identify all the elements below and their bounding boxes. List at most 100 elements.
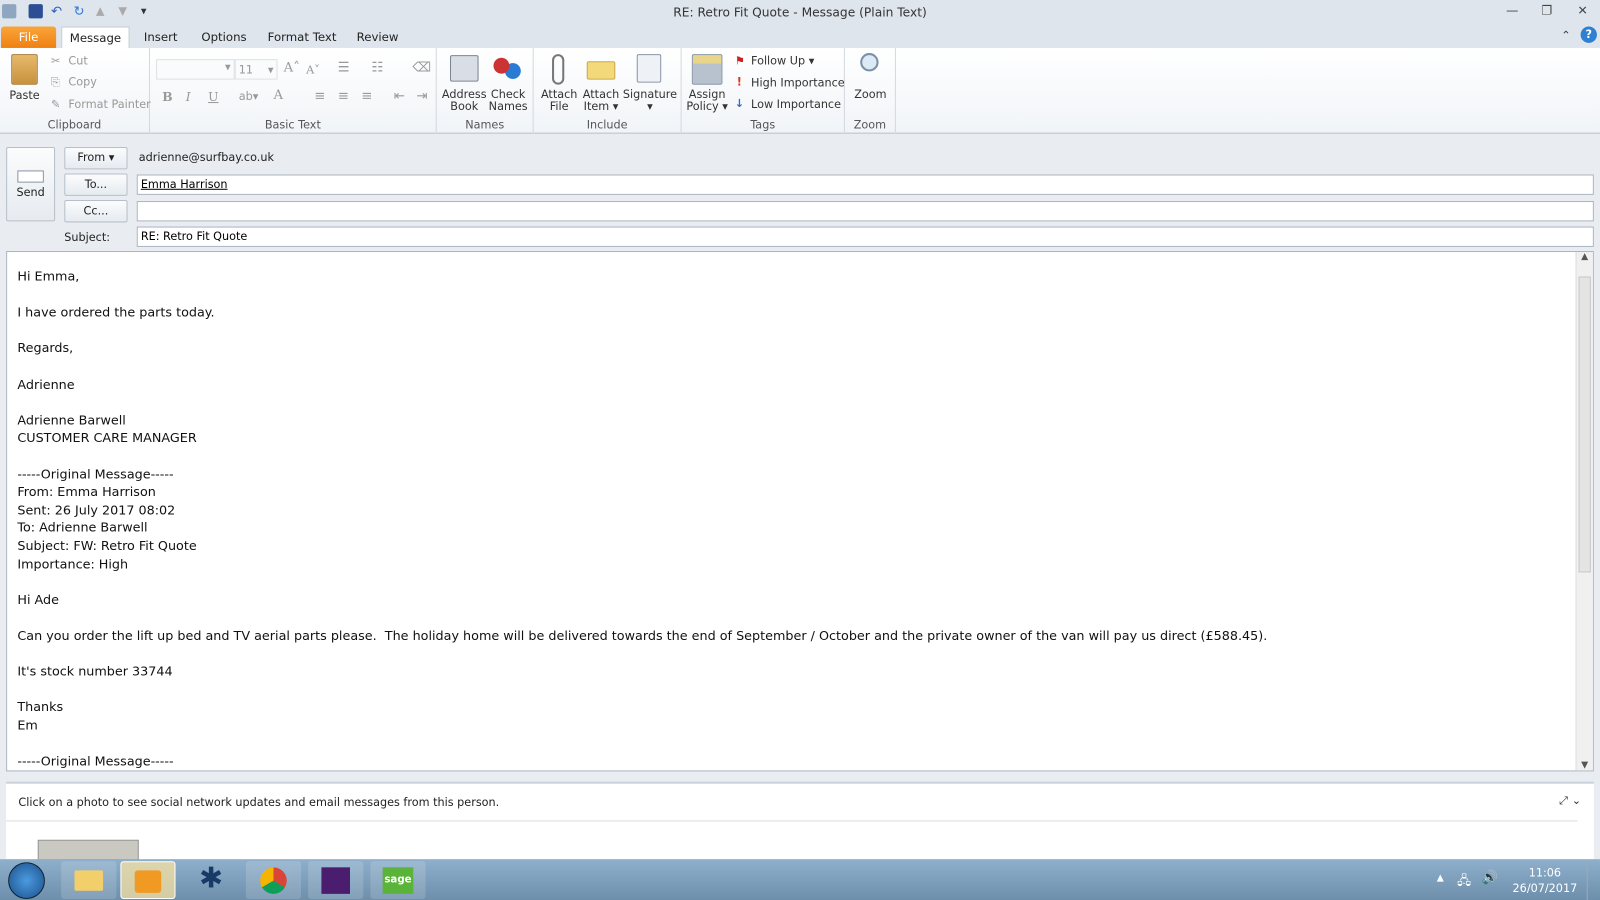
close-button[interactable]: ✕ (1571, 3, 1593, 19)
from-button[interactable]: From ▾ (64, 146, 128, 170)
check-names-icon[interactable] (492, 55, 522, 82)
cut-button[interactable]: Cut (68, 55, 87, 67)
body-line: Adrienne Barwell (17, 411, 126, 428)
clock[interactable]: 11:06 26/07/2017 (1508, 865, 1581, 896)
attach-file-button[interactable]: Attach File (539, 88, 580, 113)
decrease-indent-icon[interactable]: ⇤ (394, 89, 405, 104)
envelope-icon[interactable] (586, 61, 616, 80)
send-icon (17, 170, 44, 183)
volume-icon[interactable]: 🔊 (1482, 870, 1499, 885)
cut-icon: ✂ (51, 54, 61, 68)
taskbar-sage[interactable]: sage (370, 861, 426, 899)
highlight-icon[interactable]: ab▾ (239, 90, 259, 103)
contact-photo[interactable] (37, 839, 139, 861)
customize-toolbar-icon[interactable]: ▾ (141, 4, 155, 18)
tab-insert[interactable]: Insert (138, 27, 184, 48)
minimize-button[interactable]: — (1501, 3, 1523, 19)
folder-icon (74, 870, 104, 891)
expand-pane-icon[interactable]: ⤢ ⌄ (1559, 794, 1581, 808)
next-item-icon[interactable]: ▼ (118, 4, 132, 18)
recipient-emma-harrison[interactable]: Emma Harrison (141, 178, 228, 191)
previous-item-icon[interactable]: ▲ (96, 4, 110, 18)
grow-font-icon[interactable]: A˄ (284, 60, 300, 75)
scroll-down-icon[interactable]: ▼ (1577, 760, 1593, 770)
signature-button[interactable]: Signature ▾ (622, 88, 677, 113)
font-name-dropdown[interactable]: ▾ (156, 59, 235, 80)
to-button[interactable]: To... (64, 173, 128, 196)
attach-item-button[interactable]: Attach Item ▾ (581, 88, 622, 113)
message-text[interactable]: Hi Emma, I have ordered the parts today. R… (17, 267, 1267, 770)
network-icon[interactable]: 🖧 (1457, 871, 1471, 892)
align-center-icon[interactable]: ≡ (338, 89, 349, 104)
body-line (17, 573, 1267, 591)
assign-policy-button[interactable]: Assign Policy ▾ (685, 88, 730, 113)
outlook-app-icon (2, 4, 17, 19)
taskbar-calendar-app[interactable] (308, 861, 364, 899)
paste-icon[interactable] (11, 54, 38, 85)
to-field[interactable]: Emma Harrison (136, 174, 1594, 195)
paperclip-icon[interactable] (552, 54, 565, 85)
scroll-up-icon[interactable]: ▲ (1577, 252, 1593, 268)
body-line (17, 644, 1267, 662)
message-body[interactable]: Hi Emma, I have ordered the parts today. R… (6, 251, 1594, 772)
address-book-button[interactable]: Address Book (441, 88, 488, 113)
bold-button[interactable]: B (162, 90, 172, 104)
high-importance-icon: ! (736, 75, 742, 89)
underline-button[interactable]: U (208, 90, 218, 104)
format-painter-button[interactable]: Format Painter (68, 98, 150, 111)
shrink-font-icon[interactable]: A˅ (306, 63, 320, 76)
scroll-thumb[interactable] (1578, 276, 1591, 573)
copy-button[interactable]: Copy (68, 76, 96, 89)
taskbar-app-figure[interactable]: ✱ (184, 861, 239, 899)
body-line (17, 393, 1267, 411)
magnifier-icon[interactable] (860, 53, 879, 72)
bullets-icon[interactable]: ☰ (338, 60, 350, 75)
send-button[interactable]: Send (6, 146, 56, 222)
taskbar-outlook[interactable] (120, 861, 176, 899)
undo-icon[interactable]: ↶ (51, 4, 65, 19)
tab-message[interactable]: Message (61, 26, 130, 48)
font-size-dropdown[interactable]: 11 ▾ (234, 59, 278, 80)
clear-formatting-icon[interactable]: ⌫ (412, 60, 431, 75)
start-button[interactable] (8, 862, 45, 899)
restore-button[interactable]: ❐ (1536, 3, 1558, 19)
zoom-button[interactable]: Zoom (850, 88, 891, 101)
numbering-icon[interactable]: ☷ (371, 60, 383, 75)
body-line: Regards, (17, 340, 74, 356)
tab-review[interactable]: Review (352, 27, 403, 48)
show-hidden-icons[interactable]: ▲ (1437, 873, 1444, 883)
tab-format-text[interactable]: Format Text (265, 27, 338, 48)
show-desktop-button[interactable] (1586, 861, 1600, 900)
taskbar-chrome[interactable] (245, 861, 302, 899)
taskbar-windows-explorer[interactable] (61, 861, 117, 899)
help-icon[interactable]: ? (1580, 26, 1597, 43)
body-scrollbar[interactable]: ▲ ▼ (1575, 252, 1593, 771)
follow-up-button[interactable]: Follow Up ▾ (751, 55, 814, 67)
signature-icon[interactable] (636, 54, 662, 83)
save-icon[interactable] (28, 4, 43, 19)
redo-icon[interactable]: ↻ (73, 4, 87, 19)
body-line: To: Adrienne Barwell (17, 519, 148, 536)
body-line: -----Original Message----- (17, 753, 174, 769)
italic-button[interactable]: I (186, 90, 191, 104)
outlook-icon (134, 870, 162, 893)
check-names-button[interactable]: Check Names (487, 88, 530, 113)
address-book-icon[interactable] (449, 55, 479, 82)
body-line: CUSTOMER CARE MANAGER (17, 429, 197, 446)
low-importance-button[interactable]: Low Importance (751, 98, 841, 111)
assign-policy-icon[interactable] (691, 54, 723, 85)
align-right-icon[interactable]: ≡ (361, 89, 372, 104)
cc-field[interactable] (136, 201, 1594, 222)
increase-indent-icon[interactable]: ⇥ (416, 89, 427, 104)
paste-button[interactable]: Paste (6, 89, 43, 102)
tab-options[interactable]: Options (196, 27, 252, 48)
minimize-ribbon-icon[interactable]: ⌃ (1561, 29, 1570, 42)
high-importance-button[interactable]: High Importance (751, 77, 845, 90)
body-line (17, 734, 1267, 752)
align-left-icon[interactable]: ≡ (314, 89, 325, 104)
font-color-button[interactable]: A (273, 88, 283, 103)
tab-file[interactable]: File (1, 26, 57, 48)
body-line: Thanks (17, 699, 64, 715)
cc-button[interactable]: Cc... (64, 199, 128, 223)
subject-field[interactable]: RE: Retro Fit Quote (136, 226, 1594, 247)
